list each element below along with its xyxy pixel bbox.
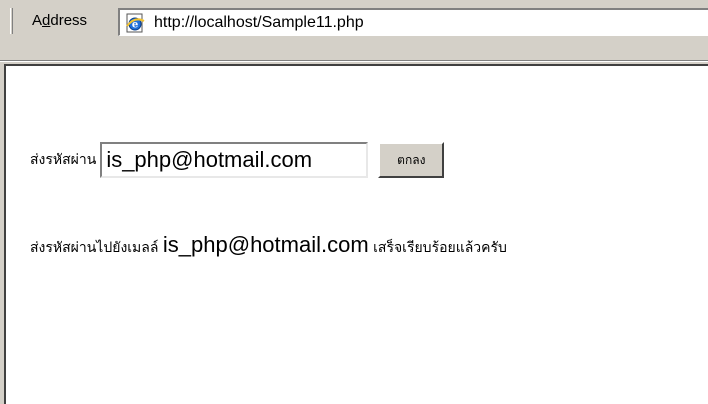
toolbar-divider-highlight [0, 61, 708, 62]
address-label: Address [32, 12, 88, 29]
email-input[interactable] [100, 142, 369, 178]
password-form: ส่งรหัสผ่าน ตกลง [30, 142, 445, 178]
submit-button[interactable]: ตกลง [378, 142, 445, 178]
toolbar-grip[interactable] [10, 8, 13, 34]
result-message: ส่งรหัสผ่านไปยังเมลล์ is_php@hotmail.com… [30, 232, 507, 257]
toolbar-band [0, 40, 708, 60]
form-label: ส่งรหัสผ่าน [30, 152, 97, 168]
page-content: ส่งรหัสผ่าน ตกลง ส่งรหัสผ่านไปยังเมลล์ i… [4, 64, 708, 404]
address-url[interactable]: http://localhost/Sample11.php [154, 14, 364, 32]
ie-page-icon: e [126, 13, 145, 33]
address-field[interactable]: e http://localhost/Sample11.php [118, 8, 708, 36]
address-bar: Address e http://localhost/Sample11.php [0, 0, 708, 40]
